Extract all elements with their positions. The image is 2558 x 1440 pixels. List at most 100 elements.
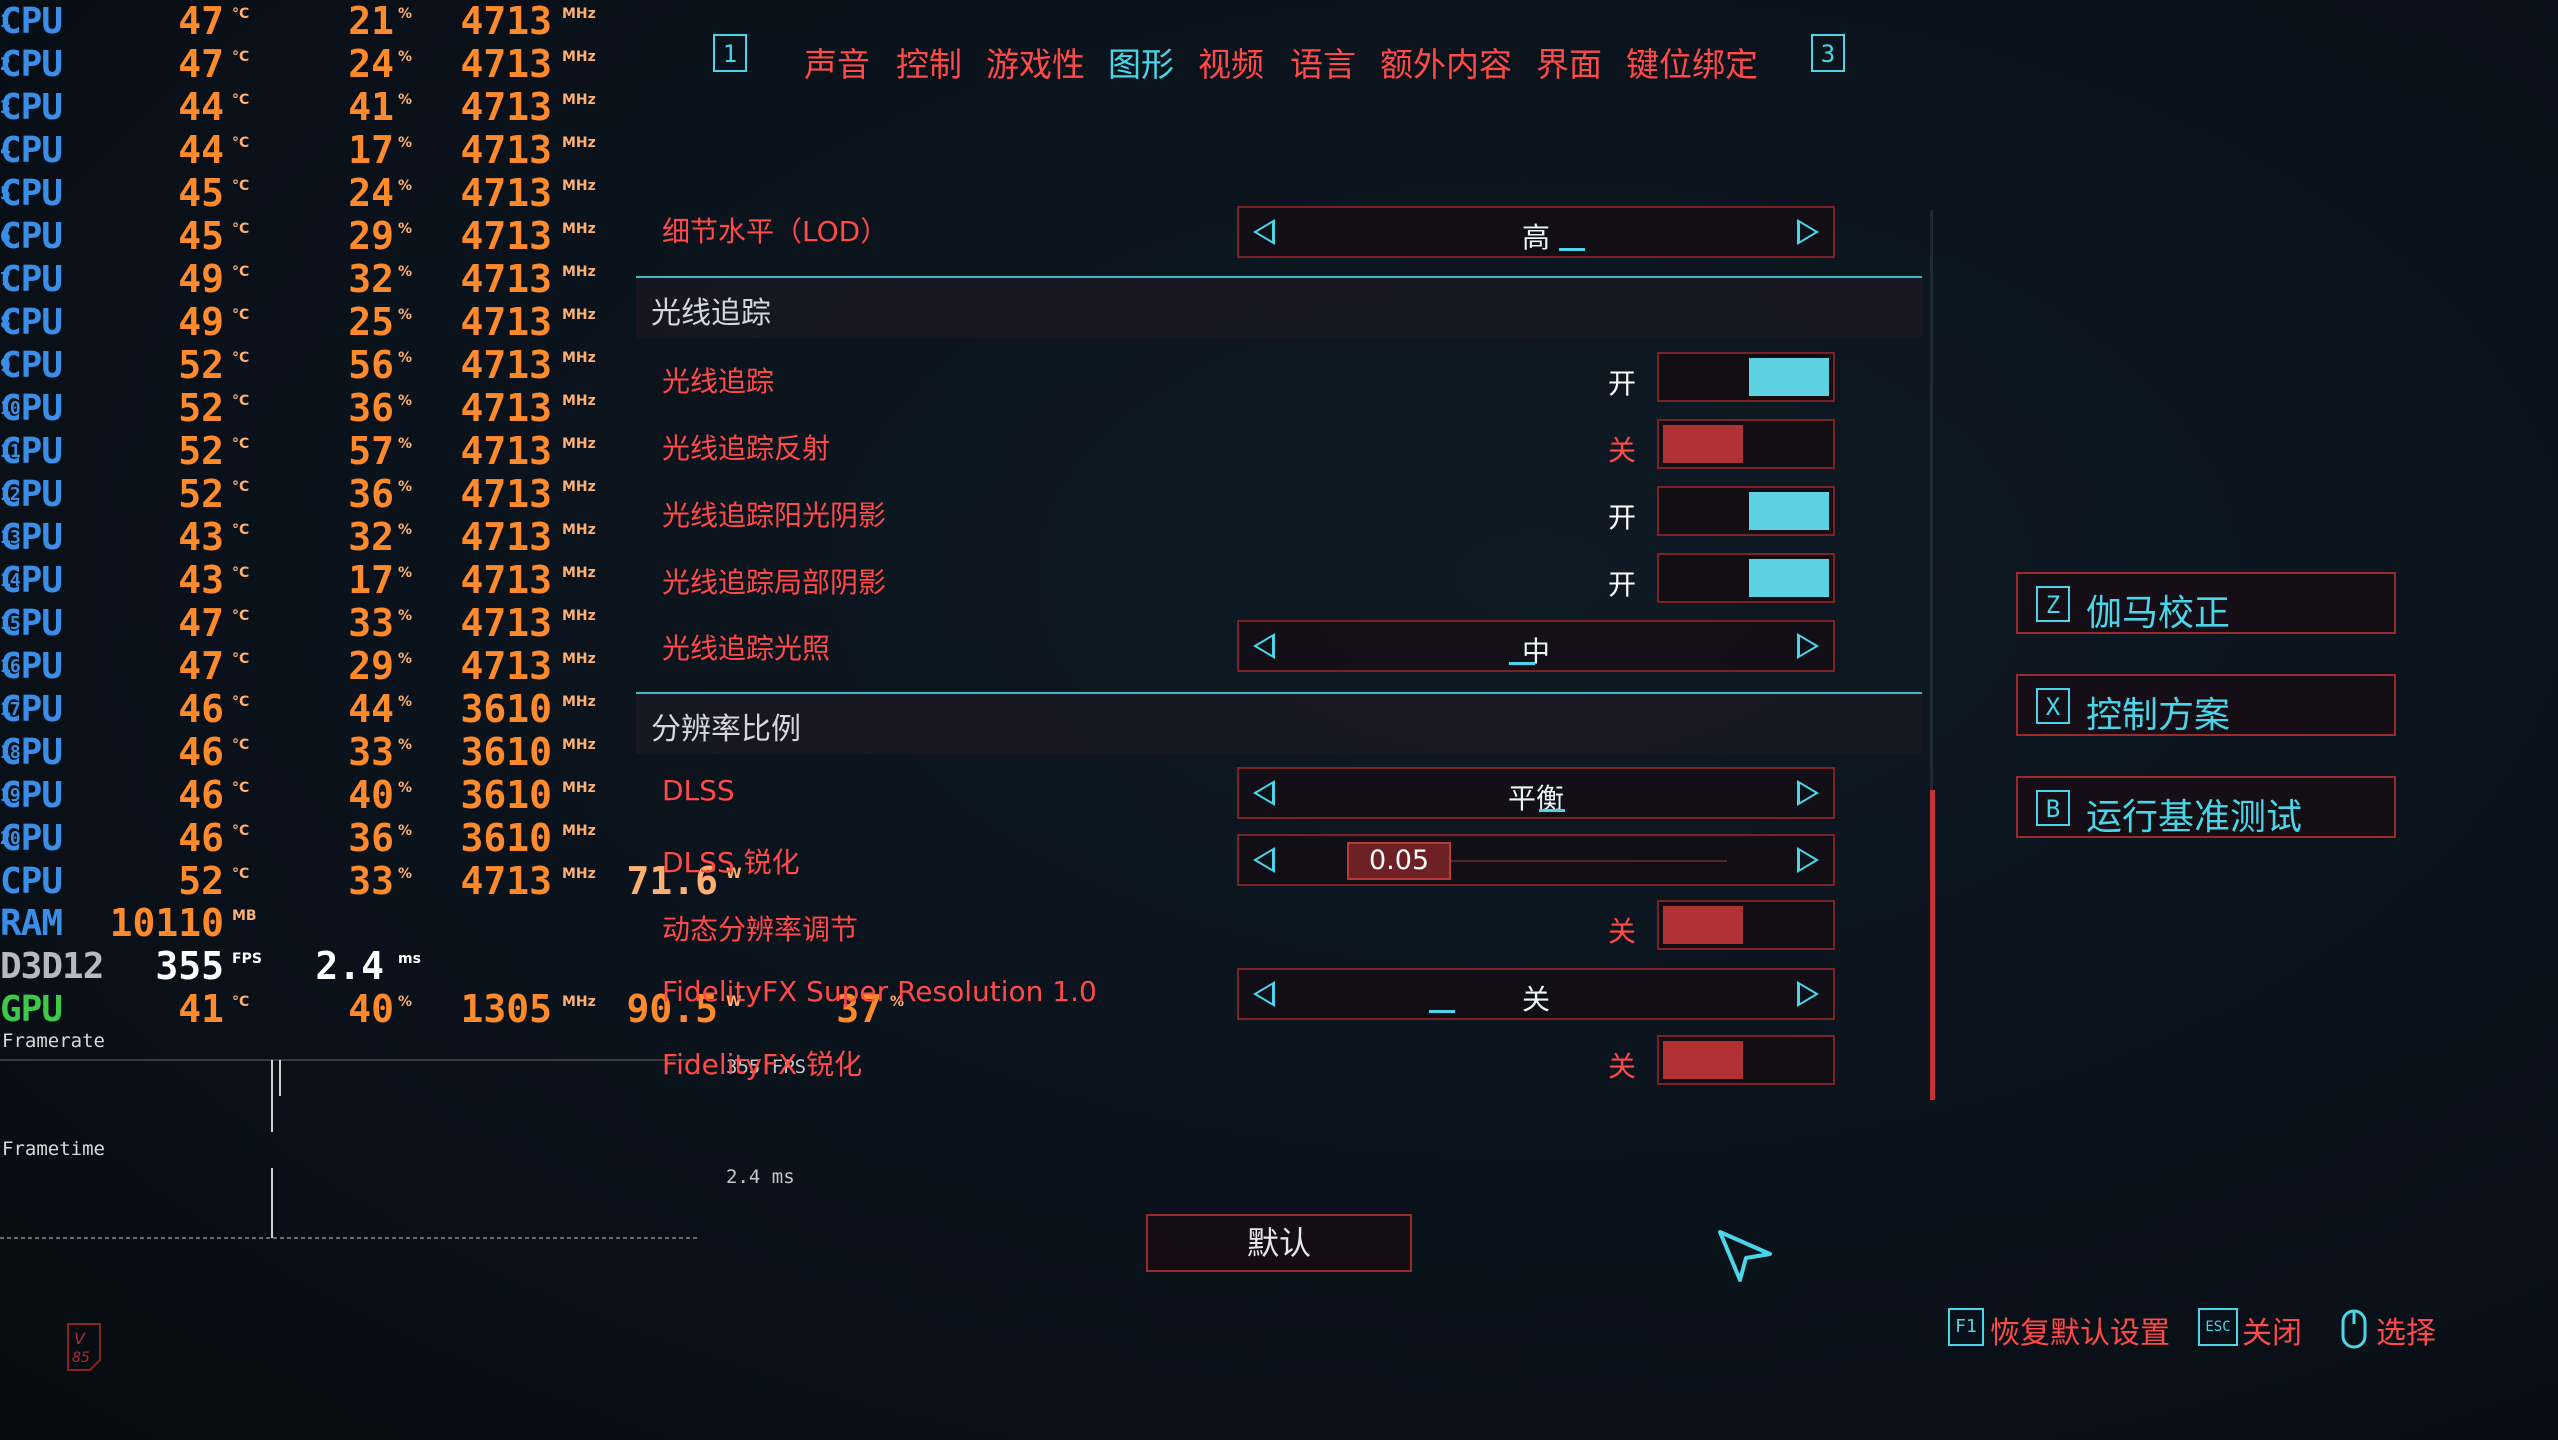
cpu-row: CPU 3 44 °C 41% 4713 MHz xyxy=(0,86,640,129)
dlss-next-arrow-icon[interactable] xyxy=(1797,780,1819,806)
cpu-temp: 46 xyxy=(178,773,224,817)
gamma-keycap: Z xyxy=(2036,586,2070,622)
cpu-temp-unit: °C xyxy=(232,651,250,667)
settings-scrollbar[interactable] xyxy=(1930,790,1935,1100)
cpu-load: 32 xyxy=(348,257,394,301)
dlss-sharpen-increase-icon[interactable] xyxy=(1797,847,1819,873)
frametime-unit: ms xyxy=(398,951,421,967)
cpu-load-unit: % xyxy=(398,178,413,194)
fsr-next-arrow-icon[interactable] xyxy=(1797,981,1819,1007)
rt-sun-toggle[interactable] xyxy=(1657,486,1835,536)
resolution-section-title: 分辨率比例 xyxy=(651,712,801,747)
version-badge-icon: V 85 xyxy=(67,1323,101,1371)
rt-light-selector[interactable]: 中 xyxy=(1237,620,1835,672)
gamma-correction-button[interactable]: Z 伽马校正 xyxy=(2016,572,2396,634)
cpu-clock-unit: MHz xyxy=(562,49,596,65)
control-scheme-button[interactable]: X 控制方案 xyxy=(2016,674,2396,736)
run-benchmark-button[interactable]: B 运行基准测试 xyxy=(2016,776,2396,838)
cpu-temp-unit: °C xyxy=(232,780,250,796)
dynres-toggle[interactable] xyxy=(1657,900,1835,950)
ram-unit: MB xyxy=(232,908,257,924)
dlss-sharpen-decrease-icon[interactable] xyxy=(1253,847,1275,873)
cpu-clock-unit: MHz xyxy=(562,823,596,839)
default-button[interactable]: 默认 xyxy=(1146,1214,1412,1272)
cpu-temp-unit: °C xyxy=(232,6,250,22)
cpu-load: 25 xyxy=(348,300,394,344)
lod-selector[interactable]: 高 xyxy=(1237,206,1835,258)
lod-next-arrow-icon[interactable] xyxy=(1797,219,1819,245)
frametime-graph xyxy=(0,1168,700,1239)
cpu-temp: 47 xyxy=(178,42,224,86)
cpu-index: 15 xyxy=(0,613,21,634)
cpu-load: 36 xyxy=(348,816,394,860)
select-button[interactable]: 选择 xyxy=(2376,1308,2436,1352)
cpu-index: 6 xyxy=(0,226,11,247)
rt-toggle[interactable] xyxy=(1657,352,1835,402)
rt-sun-state: 开 xyxy=(1608,501,1637,534)
cpu-temp-unit: °C xyxy=(232,565,250,581)
cpu-load-unit: % xyxy=(398,92,413,108)
cpu-load-unit: % xyxy=(398,608,413,624)
dlss-sharpen-label: DLSS 锐化 xyxy=(662,846,800,879)
tab-item[interactable]: 界面 xyxy=(1536,38,1602,86)
cpu-label-text: CPU xyxy=(0,861,63,902)
cpu-clock: 4713 xyxy=(460,859,552,903)
cpu-temp: 52 xyxy=(178,859,224,903)
tab-item[interactable]: 声音 xyxy=(804,38,870,86)
cpu-load: 40 xyxy=(348,773,394,817)
d3d-label: D3D12 xyxy=(0,946,104,987)
cpu-clock-unit: MHz xyxy=(562,6,596,22)
rt-local-toggle[interactable] xyxy=(1657,553,1835,603)
tab-item[interactable]: 键位绑定 xyxy=(1626,38,1758,86)
fsr-sharpen-toggle[interactable] xyxy=(1657,1035,1835,1085)
cpu-clock-unit: MHz xyxy=(562,350,596,366)
raytracing-section-header xyxy=(636,278,1922,338)
restore-defaults-button[interactable]: 恢复默认设置 xyxy=(1990,1308,2170,1352)
cpu-index: 1 xyxy=(0,11,11,32)
tab-item[interactable]: 控制 xyxy=(896,38,962,86)
cpu-row: CPU 5 45 °C 24% 4713 MHz xyxy=(0,172,640,215)
fsr-selector[interactable]: 关 xyxy=(1237,968,1835,1020)
dlss-value: 平衡 xyxy=(1507,782,1564,815)
frametime-value: 2.4 xyxy=(315,944,384,988)
cpu-index: 4 xyxy=(0,140,11,161)
cpu-index: 14 xyxy=(0,570,21,591)
cpu-row: CPU 16 47 °C 29% 4713 MHz xyxy=(0,645,640,688)
cpu-clock-unit: MHz xyxy=(562,221,596,237)
cpu-row: CPU 13 43 °C 32% 4713 MHz xyxy=(0,516,640,559)
close-button[interactable]: 关闭 xyxy=(2242,1308,2302,1352)
cpu-clock: 4713 xyxy=(460,472,552,516)
cpu-clock: 3610 xyxy=(460,773,552,817)
cpu-load-unit: % xyxy=(398,780,413,796)
cpu-row: CPU 14 43 °C 17% 4713 MHz xyxy=(0,559,640,602)
rt-light-next-arrow-icon[interactable] xyxy=(1797,633,1819,659)
cpu-temp-unit: °C xyxy=(232,608,250,624)
cpu-clock-unit: MHz xyxy=(562,436,596,452)
rt-sun-toggle-knob xyxy=(1749,492,1829,530)
tab-item[interactable]: 游戏性 xyxy=(986,38,1085,86)
cpu-clock: 4713 xyxy=(460,0,552,43)
cpu-row: CPU 20 46 °C 36% 3610 MHz xyxy=(0,817,640,860)
gpu-clock-unit: MHz xyxy=(562,994,596,1010)
dlss-sharpen-slider[interactable]: 0.05 xyxy=(1237,834,1835,886)
tab-prev-keycap[interactable]: 1 xyxy=(713,34,747,72)
cpu-temp-unit: °C xyxy=(232,135,250,151)
dlss-sharpen-track[interactable] xyxy=(1451,860,1727,862)
gpu-label: GPU xyxy=(0,989,63,1030)
benchmark-label: 运行基准测试 xyxy=(2086,797,2303,838)
dlss-sharpen-handle[interactable]: 0.05 xyxy=(1347,842,1451,880)
tab-item[interactable]: 视频 xyxy=(1198,38,1264,86)
cpu-row: CPU 6 45 °C 29% 4713 MHz xyxy=(0,215,640,258)
rt-reflect-toggle[interactable] xyxy=(1657,419,1835,469)
dlss-selector[interactable]: 平衡 xyxy=(1237,767,1835,819)
tab-item[interactable]: 图形 xyxy=(1108,38,1174,86)
tab-item[interactable]: 额外内容 xyxy=(1380,38,1512,86)
cpu-load: 24 xyxy=(348,42,394,86)
rt-light-value: 中 xyxy=(1521,635,1550,668)
rt-light-label: 光线追踪光照 xyxy=(662,632,831,665)
tab-next-keycap[interactable]: 3 xyxy=(1811,34,1845,72)
lod-value: 高 xyxy=(1521,221,1550,254)
cpu-load: 33 xyxy=(348,859,394,903)
cpu-temp-unit: °C xyxy=(232,49,250,65)
tab-item[interactable]: 语言 xyxy=(1290,38,1356,86)
